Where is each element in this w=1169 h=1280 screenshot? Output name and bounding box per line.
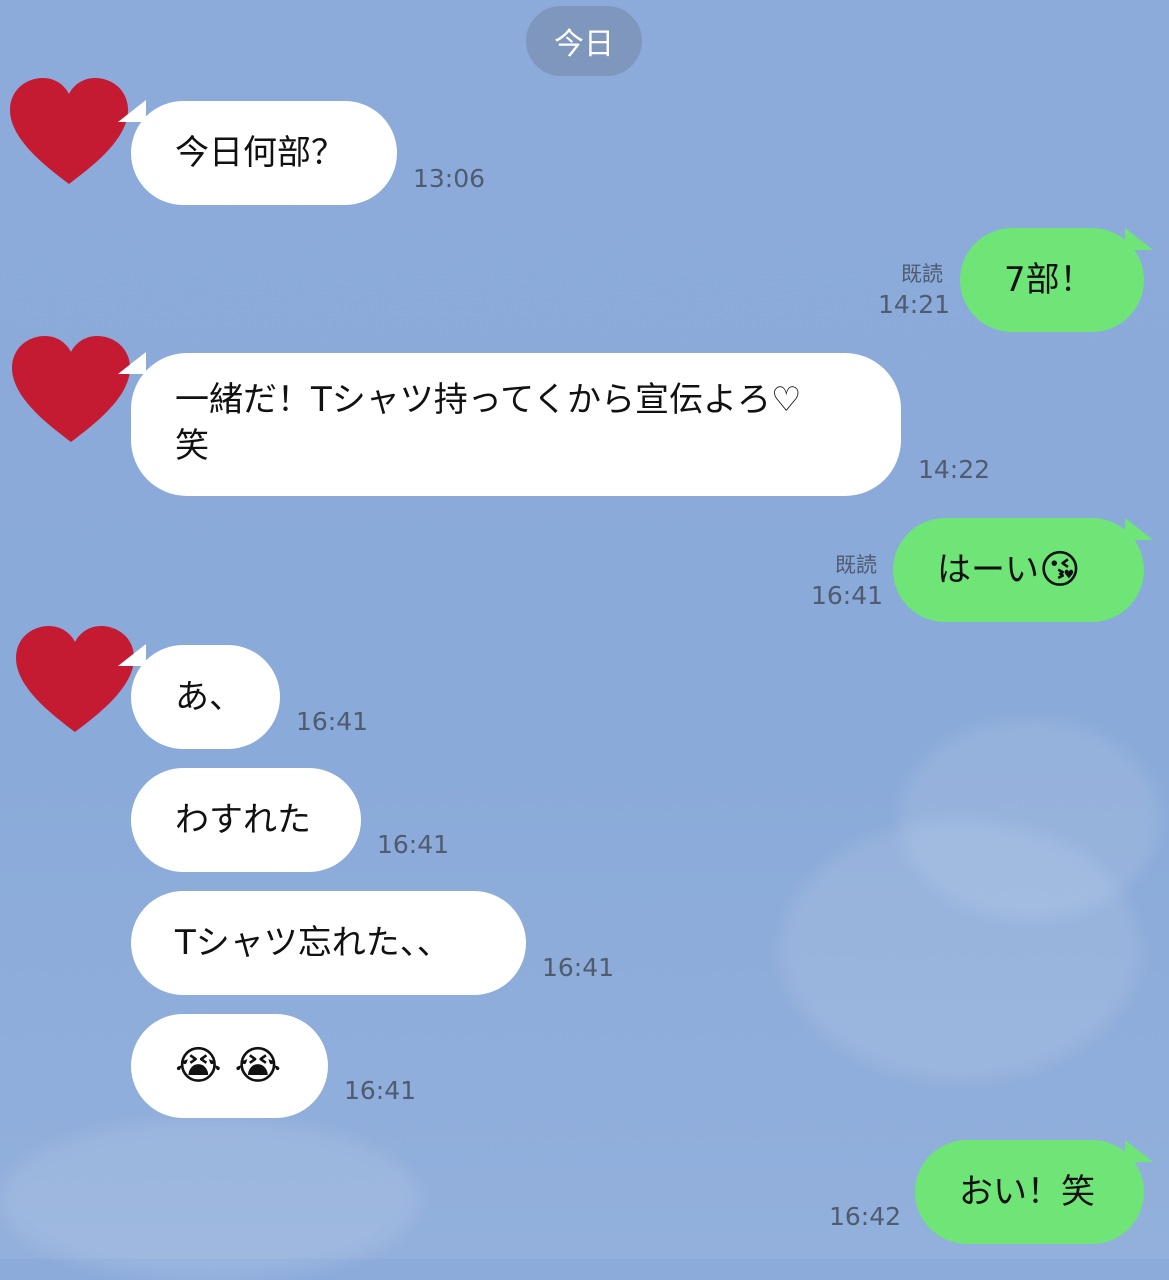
read-receipt: 既読: [901, 262, 943, 286]
message-bubble[interactable]: Tシャツ忘れた、、: [131, 891, 526, 995]
background-cloud: [900, 720, 1160, 920]
message-text-line: 一緒だ！Tシャツ持ってくから宣伝よろ♡: [175, 380, 802, 420]
message-bubble[interactable]: 😭 😭: [131, 1014, 328, 1118]
date-divider: 今日: [526, 6, 642, 76]
message-time: 14:22: [918, 455, 991, 484]
bubble-tail: [118, 644, 146, 666]
message-text: 7部！: [1004, 260, 1094, 300]
message-time: 16:41: [344, 1076, 417, 1105]
message-text: Tシャツ忘れた、、: [175, 923, 451, 963]
message-time: 16:41: [811, 581, 884, 610]
message-text: 今日何部？: [175, 133, 345, 173]
message-time: 16:41: [542, 953, 615, 982]
avatar-heart-icon[interactable]: [8, 78, 130, 186]
message-bubble[interactable]: あ、: [131, 645, 280, 749]
bubble-tail: [118, 100, 146, 122]
message-bubble[interactable]: 7部！: [960, 228, 1144, 332]
kissing-face-icon: 😘: [1039, 547, 1081, 593]
message-time: 13:06: [413, 164, 486, 193]
message-time: 16:41: [296, 707, 369, 736]
message-time: 16:41: [377, 830, 450, 859]
message-time: 14:21: [878, 290, 951, 319]
bubble-tail: [118, 352, 146, 374]
message-text: おい！笑: [959, 1172, 1095, 1212]
message-text: わすれた: [175, 800, 311, 840]
message-text: あ、: [175, 677, 243, 717]
background-cloud: [0, 1120, 420, 1280]
message-bubble[interactable]: おい！笑: [915, 1140, 1144, 1244]
avatar-heart-icon[interactable]: [14, 626, 136, 734]
message-bubble[interactable]: 今日何部？: [131, 101, 397, 205]
read-receipt: 既読: [835, 553, 877, 577]
message-text-line: 笑: [175, 426, 209, 466]
avatar-heart-icon[interactable]: [10, 336, 132, 444]
message-text: はーい: [937, 550, 1039, 590]
message-bubble[interactable]: 一緒だ！Tシャツ持ってくから宣伝よろ♡ 笑: [131, 353, 901, 496]
message-bubble[interactable]: わすれた: [131, 768, 361, 872]
crying-face-icon: 😭 😭: [175, 1043, 282, 1089]
message-time: 16:42: [829, 1202, 902, 1231]
message-bubble[interactable]: はーい 😘: [893, 518, 1144, 622]
